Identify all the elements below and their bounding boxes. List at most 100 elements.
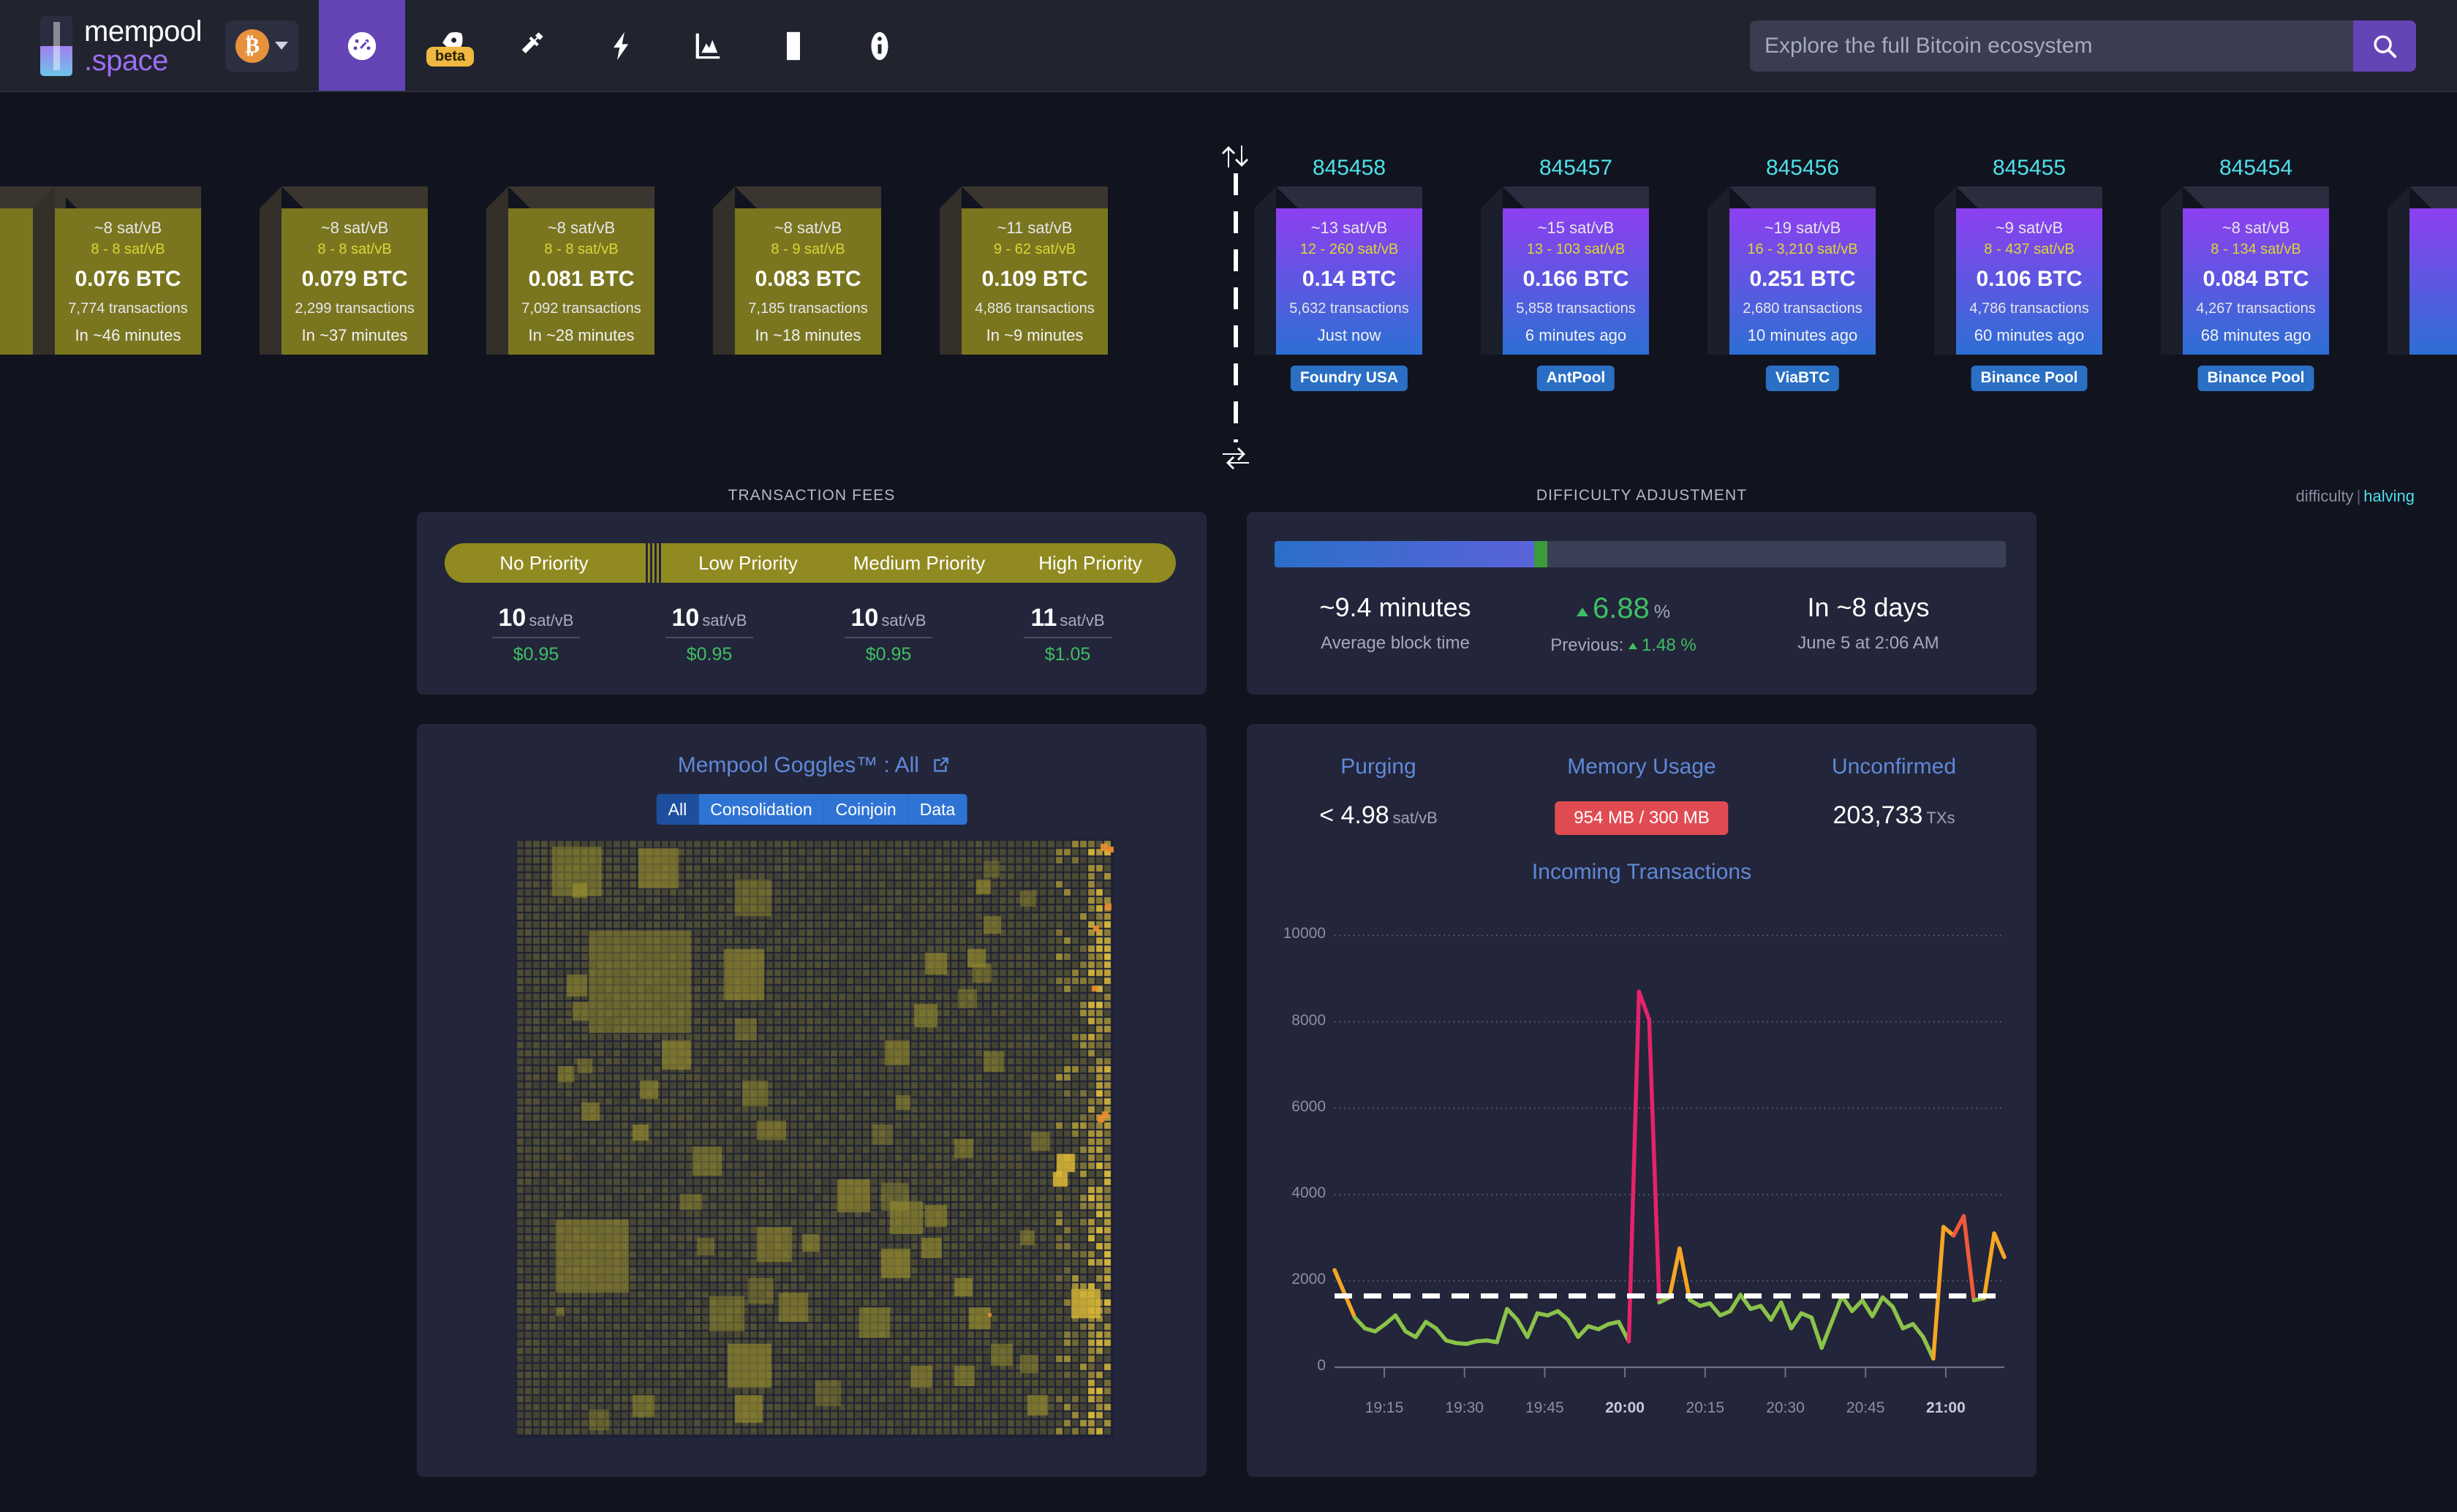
chart-svg	[1332, 934, 2007, 1377]
mining-pool-tag[interactable]: Binance Pool	[2197, 366, 2314, 391]
blockchain-strip: C ns s ~8 sat/vB 8 - 8 sat/vB 0.076 BTC …	[0, 91, 2457, 479]
block-reward: 0.251 BTC	[1749, 266, 1856, 291]
block-top	[1503, 186, 1649, 208]
link-difficulty[interactable]: difficulty	[2295, 487, 2353, 505]
block-face: 4, 6	[2409, 208, 2457, 355]
block-face: ~8 sat/vB 8 - 8 sat/vB 0.079 BTC 2,299 t…	[282, 208, 428, 355]
mined-block[interactable]: 8 4, 6	[2388, 186, 2457, 355]
difficulty-eta: In ~8 days June 5 at 2:06 AM	[1748, 592, 1989, 654]
search-input[interactable]	[1750, 20, 2353, 72]
mined-block[interactable]: 845456 ~19 sat/vB 16 - 3,210 sat/vB 0.25…	[1707, 156, 1876, 391]
mining-pool-tag[interactable]: AntPool	[1536, 366, 1615, 391]
goggles-tab-consolidation[interactable]: Consolidation	[698, 794, 824, 825]
chart-y-tick: 2000	[1291, 1270, 1326, 1288]
incoming-transactions-chart[interactable]: 0 2000 4000 6000 8000 10000 19:15 19:30 19:45 20:…	[1269, 899, 2015, 1448]
nav-item-lightning[interactable]	[578, 0, 664, 91]
fee-segment-low-priority[interactable]: Low Priority	[663, 543, 834, 583]
block-reward: 0.106 BTC	[1976, 266, 2083, 291]
fee-priority-bar: No Priority Low Priority Medium Priority…	[445, 543, 1176, 583]
fee-value: 10	[850, 604, 879, 632]
block-reward: 0.14 BTC	[1302, 266, 1397, 291]
mined-block[interactable]: 845458 ~13 sat/vB 12 - 260 sat/vB 0.14 B…	[1254, 156, 1422, 391]
average-block-time-value: ~9.4 minutes	[1319, 592, 1471, 622]
fee-segment-medium-priority[interactable]: Medium Priority	[834, 543, 1005, 583]
tx-count: 5,858 transactions	[1516, 300, 1636, 317]
search-button[interactable]	[2353, 20, 2416, 72]
nav-item-graphs[interactable]	[664, 0, 750, 91]
block-side	[486, 186, 508, 355]
left-right-arrows-icon	[1221, 446, 1250, 471]
block-side	[1934, 186, 1956, 355]
block-face: ~8 sat/vB 8 - 8 sat/vB 0.081 BTC 7,092 t…	[508, 208, 654, 355]
chart-x-tick: 21:00	[1926, 1399, 1966, 1416]
average-block-time-label: Average block time	[1321, 633, 1470, 653]
median-fee: ~15 sat/vB	[1537, 218, 1615, 237]
mempool-block[interactable]: ~11 sat/vB 9 - 62 sat/vB 0.109 BTC 4,886…	[940, 186, 1108, 355]
mined-block[interactable]: 845457 ~15 sat/vB 13 - 103 sat/vB 0.166 …	[1481, 156, 1649, 391]
fee-column-medium-priority: 10 sat/vB $0.95	[797, 604, 980, 665]
purging-unit: sat/vB	[1392, 809, 1438, 827]
fee-segment-high-priority[interactable]: High Priority	[1005, 543, 1176, 583]
block-side	[713, 186, 735, 355]
divider-dashed-line	[1234, 173, 1238, 442]
mempool-block[interactable]: ~8 sat/vB 8 - 8 sat/vB 0.076 BTC 7,774 t…	[33, 186, 201, 355]
block-top	[962, 186, 1108, 208]
fee-range: 8 - 8 sat/vB	[317, 241, 392, 257]
block-height[interactable]: 845458	[1276, 156, 1422, 181]
search-icon	[2374, 35, 2397, 58]
block-height[interactable]: 845456	[1729, 156, 1876, 181]
block-height[interactable]: 845454	[2183, 156, 2329, 181]
nav-item-docs[interactable]	[750, 0, 837, 91]
unconfirmed-value-wrap: 203,733 TXs	[1773, 801, 2015, 830]
hammer-icon	[521, 31, 543, 53]
mined-block[interactable]: 845455 ~9 sat/vB 8 - 437 sat/vB 0.106 BT…	[1934, 156, 2102, 391]
logo-line1: mempool	[84, 15, 203, 48]
logo[interactable]: mempool .space	[40, 15, 203, 76]
mempool-block[interactable]: ~8 sat/vB 8 - 8 sat/vB 0.079 BTC 2,299 t…	[260, 186, 428, 355]
block-reward: 0.081 BTC	[528, 266, 635, 291]
goggles-title[interactable]: Mempool Goggles™ : All	[417, 753, 1207, 778]
goggles-filter-tabs: All Consolidation Coinjoin Data	[656, 794, 967, 825]
mempool-treemap[interactable]	[516, 839, 1114, 1437]
block-face: ~13 sat/vB 12 - 260 sat/vB 0.14 BTC 5,63…	[1276, 208, 1422, 355]
fee-segment-no-priority[interactable]: No Priority	[445, 543, 644, 583]
mining-pool-tag[interactable]: Binance Pool	[1971, 366, 2088, 391]
goggles-tab-coinjoin[interactable]: Coinjoin	[823, 794, 908, 825]
area-chart-icon	[695, 33, 720, 58]
block-side	[2161, 186, 2183, 355]
tx-count: 7,185 transactions	[748, 300, 868, 317]
block-age: 6 minutes ago	[1525, 325, 1627, 344]
chevron-down-icon	[275, 42, 289, 50]
purging-value-wrap: < 4.98 sat/vB	[1269, 801, 1488, 830]
mined-block[interactable]: 845454 ~8 sat/vB 8 - 134 sat/vB 0.084 BT…	[2161, 156, 2329, 391]
logo-text: mempool .space	[84, 15, 203, 75]
fee-range: 8 - 8 sat/vB	[544, 241, 619, 257]
difficulty-change: 6.88% Previous: 1.48 %	[1503, 592, 1744, 656]
mempool-block[interactable]: ~8 sat/vB 8 - 8 sat/vB 0.081 BTC 7,092 t…	[486, 186, 654, 355]
block-eta: In ~46 minutes	[75, 325, 181, 344]
block-top	[2409, 186, 2457, 208]
link-halving[interactable]: halving	[2363, 487, 2415, 505]
block-side	[1707, 186, 1729, 355]
mempool-block[interactable]: ~8 sat/vB 8 - 9 sat/vB 0.083 BTC 7,185 t…	[713, 186, 881, 355]
block-height[interactable]: 845457	[1503, 156, 1649, 181]
difficulty-block-time: ~9.4 minutes Average block time	[1275, 592, 1516, 654]
tx-count: ns	[0, 282, 1, 299]
network-selector[interactable]: ₿	[225, 20, 299, 72]
mining-pool-tag[interactable]: ViaBTC	[1765, 366, 1840, 391]
median-fee: ~8 sat/vB	[320, 218, 389, 237]
mining-pool-tag[interactable]: Foundry USA	[1290, 366, 1408, 391]
nav-item-mining[interactable]	[491, 0, 578, 91]
fee-range: 9 - 62 sat/vB	[993, 241, 1076, 257]
dashboard-icon	[347, 31, 377, 60]
goggles-tab-all[interactable]: All	[656, 794, 699, 825]
block-height[interactable]: 845455	[1956, 156, 2102, 181]
block-top	[1276, 186, 1422, 208]
fee-unit: sat/vB	[702, 611, 747, 630]
nav-item-dashboard[interactable]	[319, 0, 406, 91]
goggles-tab-data[interactable]: Data	[907, 794, 967, 825]
block-height[interactable]: 8	[2409, 156, 2457, 181]
block-face: ~15 sat/vB 13 - 103 sat/vB 0.166 BTC 5,8…	[1503, 208, 1649, 355]
nav-item-accelerator[interactable]: beta	[405, 0, 491, 91]
nav-item-about[interactable]	[837, 0, 923, 91]
